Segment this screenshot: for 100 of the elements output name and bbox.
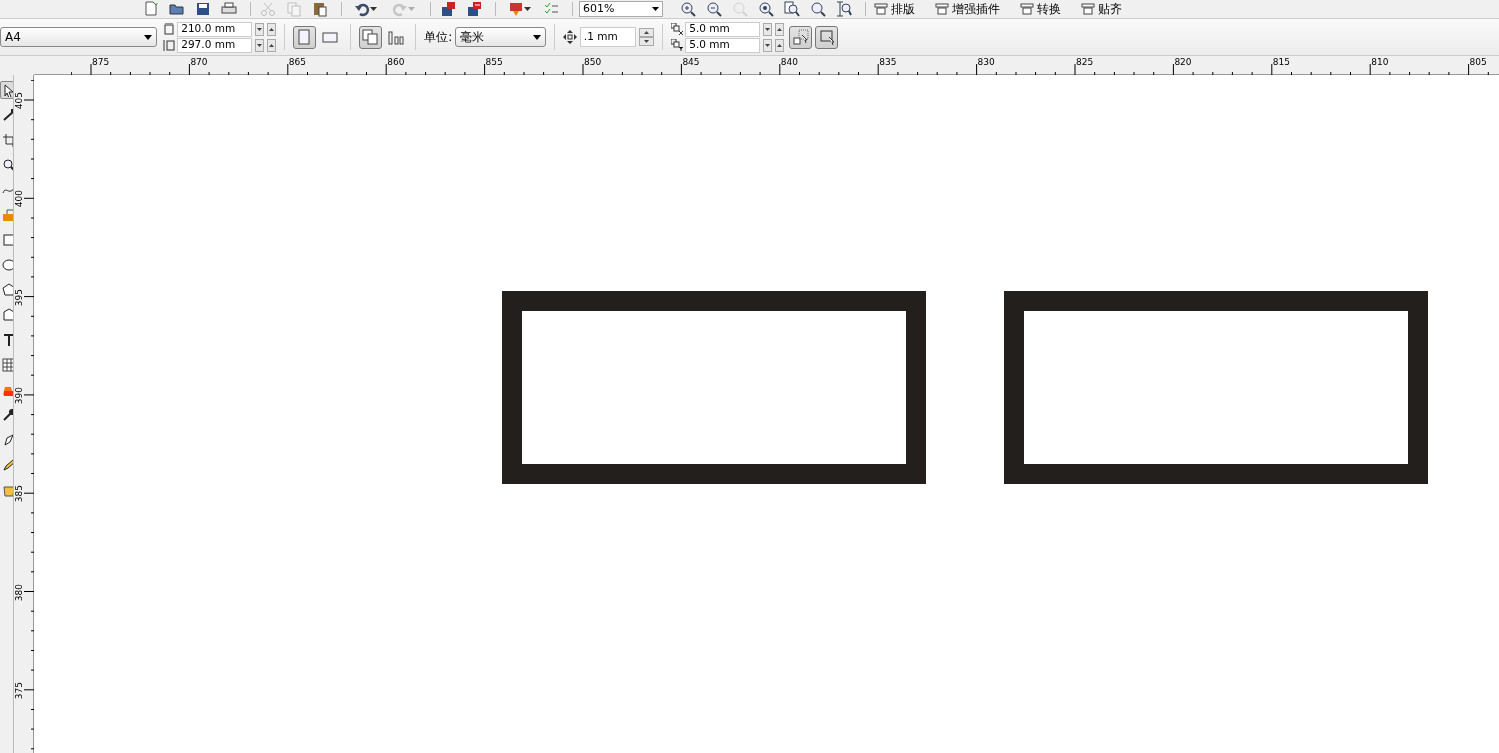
zoom-dropdown[interactable]: 601% (579, 1, 663, 17)
crop-tool[interactable] (0, 131, 13, 149)
magnifier-icon (836, 1, 852, 17)
draw-frame-button[interactable] (815, 25, 839, 49)
crop-icon (2, 133, 13, 147)
spin-down-button[interactable] (763, 38, 773, 52)
zoom-in-icon (680, 1, 696, 17)
caret-icon (533, 34, 542, 40)
ruler-label: 835 (879, 57, 897, 67)
nudge-field[interactable]: .1 mm (579, 27, 636, 47)
rectangle-tool[interactable] (0, 231, 13, 249)
zoom-out-icon (706, 1, 722, 17)
ruler-label: 840 (780, 57, 798, 67)
spin-up-button[interactable] (266, 38, 276, 52)
toolbar-menu-button[interactable]: 贴齐 (1079, 0, 1124, 18)
toolbar-menu-button[interactable]: 转换 (1018, 0, 1063, 18)
ruler-label: 810 (1371, 57, 1389, 67)
current-page-icon (387, 29, 404, 45)
ruler-label: 390 (14, 386, 24, 405)
spin-down-button[interactable] (255, 38, 264, 52)
spin-down-button[interactable] (763, 22, 773, 36)
down-arrow-icon (765, 27, 771, 31)
down-arrow-icon (257, 43, 262, 47)
node-icon (2, 108, 13, 122)
down-arrow-icon (257, 27, 262, 31)
magnifier-icon (2, 158, 13, 172)
shape-tool[interactable] (0, 306, 13, 324)
scissors-icon (260, 1, 276, 17)
units-label: 单位: (424, 29, 453, 46)
duplicate-y-icon (670, 39, 683, 51)
tray-icon (1081, 3, 1095, 15)
page-icon (143, 1, 159, 17)
text-icon (2, 333, 13, 347)
up-arrow-icon (268, 27, 274, 31)
spin-down-button[interactable] (638, 37, 654, 46)
width-field[interactable]: 210.0 mm (177, 21, 253, 37)
printer-icon (221, 1, 237, 17)
ruler-label: 405 (14, 92, 24, 110)
caret-icon (407, 7, 415, 11)
spin-down-button[interactable] (255, 22, 264, 36)
ruler-label: 865 (288, 57, 306, 67)
draw-frame-icon (818, 29, 835, 45)
width-icon (162, 23, 175, 35)
floppy-icon (195, 1, 211, 17)
ruler-label: 400 (14, 190, 24, 208)
spin-up-button[interactable] (638, 28, 654, 37)
ruler-label: 815 (1272, 57, 1290, 67)
portrait-button[interactable] (292, 25, 316, 49)
ruler-label: 830 (977, 57, 995, 67)
ellipse-tool[interactable] (0, 256, 13, 274)
move-arrows-icon (563, 30, 578, 44)
all-pages-button[interactable] (358, 25, 382, 49)
ruler-label: 870 (190, 57, 208, 67)
treat-as-filled-icon (792, 29, 809, 45)
ruler-label: 875 (92, 57, 110, 67)
ruler-label: 395 (14, 288, 24, 306)
duplicate-y-field[interactable]: 5.0 mm (685, 37, 761, 53)
tray-icon (1020, 3, 1034, 15)
landscape-icon (322, 29, 338, 45)
magnifier-icon (732, 1, 748, 17)
ruler-label: 380 (14, 583, 24, 601)
ruler-label: 385 (14, 485, 24, 503)
portrait-icon (296, 29, 313, 45)
ruler-label: 860 (387, 57, 405, 67)
duplicate-x-field[interactable]: 5.0 mm (685, 21, 761, 37)
print-button[interactable] (218, 1, 240, 17)
up-arrow-icon (268, 43, 274, 47)
undo-arrow-icon (353, 1, 370, 17)
height-field[interactable]: 297.0 mm (177, 37, 253, 53)
toolbar-menu-button[interactable]: 排版 (872, 0, 917, 18)
down-arrow-icon (765, 43, 771, 47)
ruler-label: 825 (1076, 57, 1094, 67)
toolbar-menu-button[interactable]: 增强插件 (933, 0, 1002, 18)
caret-icon (652, 7, 659, 11)
pointer-tool[interactable] (0, 81, 13, 99)
height-icon (162, 39, 175, 51)
caret-icon (523, 7, 531, 11)
spin-up-button[interactable] (774, 22, 784, 36)
down-arrow-icon (643, 40, 649, 43)
units-dropdown[interactable]: 毫米 (455, 27, 547, 47)
up-arrow-icon (776, 27, 782, 31)
polygon-tool[interactable] (0, 281, 13, 299)
ruler-label: 845 (682, 57, 700, 67)
ruler-label: 855 (485, 57, 503, 67)
magnifier-icon (810, 1, 826, 17)
ruler-label: 850 (584, 57, 602, 67)
tray-icon (874, 3, 888, 15)
pointer-icon (2, 83, 13, 97)
magnifier-icon (758, 1, 774, 17)
clipboard-icon (312, 1, 328, 17)
caret-icon (369, 7, 377, 11)
spin-up-button[interactable] (774, 38, 784, 52)
treat-as-filled-button[interactable] (789, 25, 813, 49)
zoom-page-button[interactable] (781, 1, 803, 17)
tray-icon (935, 3, 949, 15)
spin-up-button[interactable] (266, 22, 276, 36)
copy-icon (286, 1, 302, 17)
paper-size-dropdown[interactable]: A4 (0, 27, 157, 47)
ruler-label: 805 (1469, 57, 1487, 67)
up-arrow-icon (643, 31, 649, 34)
